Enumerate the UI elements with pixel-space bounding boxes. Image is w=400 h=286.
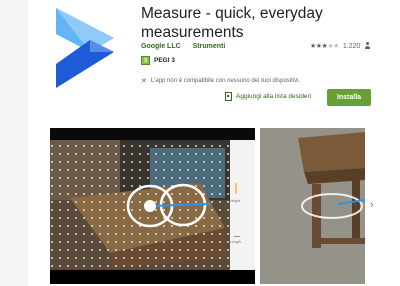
- screenshot-1[interactable]: Height Length: [50, 128, 255, 284]
- developer-row: Google LLC Strumenti: [141, 43, 235, 50]
- measure-app-icon: [56, 8, 114, 88]
- screenshot-1-image: [50, 128, 255, 284]
- developer-link[interactable]: Google LLC: [141, 43, 181, 50]
- install-button[interactable]: Installa: [327, 89, 371, 106]
- category-link[interactable]: Strumenti: [193, 43, 226, 50]
- star-rating: ★★★★★: [310, 43, 339, 50]
- pegi-label: PEGI 3: [154, 57, 175, 64]
- app-title: Measure - quick, everyday measurements: [141, 5, 323, 41]
- height-label: Height: [230, 199, 241, 203]
- bookmark-icon: [225, 92, 232, 101]
- length-label: Length: [230, 240, 241, 244]
- chevron-right-icon[interactable]: ›: [370, 199, 374, 211]
- person-icon: [364, 42, 371, 50]
- warning-icon: ✕: [141, 78, 147, 85]
- screenshot-2[interactable]: [260, 128, 365, 284]
- wishlist-button[interactable]: Aggiungi alla lista desideri: [225, 92, 311, 101]
- pegi-icon: 3: [141, 56, 150, 65]
- wishlist-label: Aggiungi alla lista desideri: [236, 93, 312, 100]
- rating: ★★★★★ 1.220: [310, 42, 371, 50]
- rating-count: 1.220: [342, 42, 361, 50]
- content-rating: 3 PEGI 3: [141, 56, 175, 65]
- screenshot-2-image: [260, 128, 365, 284]
- compat-text: L'app non è compatibile con nessuno dei …: [150, 78, 301, 84]
- compat-notice: ✕ L'app non è compatibile con nessuno de…: [141, 77, 300, 85]
